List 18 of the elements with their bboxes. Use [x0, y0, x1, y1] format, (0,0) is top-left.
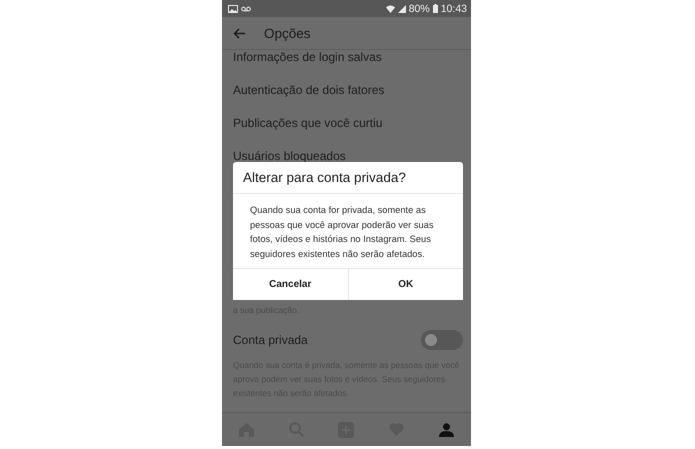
signal-icon [398, 4, 406, 12]
screen-title: Opções [264, 26, 311, 40]
back-arrow-icon[interactable] [233, 28, 246, 38]
wifi-icon [386, 4, 395, 12]
voicemail-icon [241, 6, 251, 12]
clock: 10:43 [440, 2, 467, 14]
dialog-title: Alterar para conta privada? [233, 162, 463, 194]
option-item[interactable]: Informações de login salvas [233, 50, 382, 64]
image-icon [228, 4, 238, 12]
toggle-switch[interactable] [421, 330, 463, 350]
person-icon[interactable] [438, 422, 454, 436]
ok-button[interactable]: OK [348, 269, 463, 300]
option-item[interactable]: Usuários bloqueados [233, 149, 346, 163]
battery-level: 80% [408, 2, 430, 14]
option-item[interactable]: Autenticação de dois fatores [233, 83, 384, 97]
option-item[interactable]: Publicações que você curtiu [233, 116, 382, 130]
battery-icon [432, 4, 438, 13]
setting-label: Conta privada [233, 333, 308, 347]
